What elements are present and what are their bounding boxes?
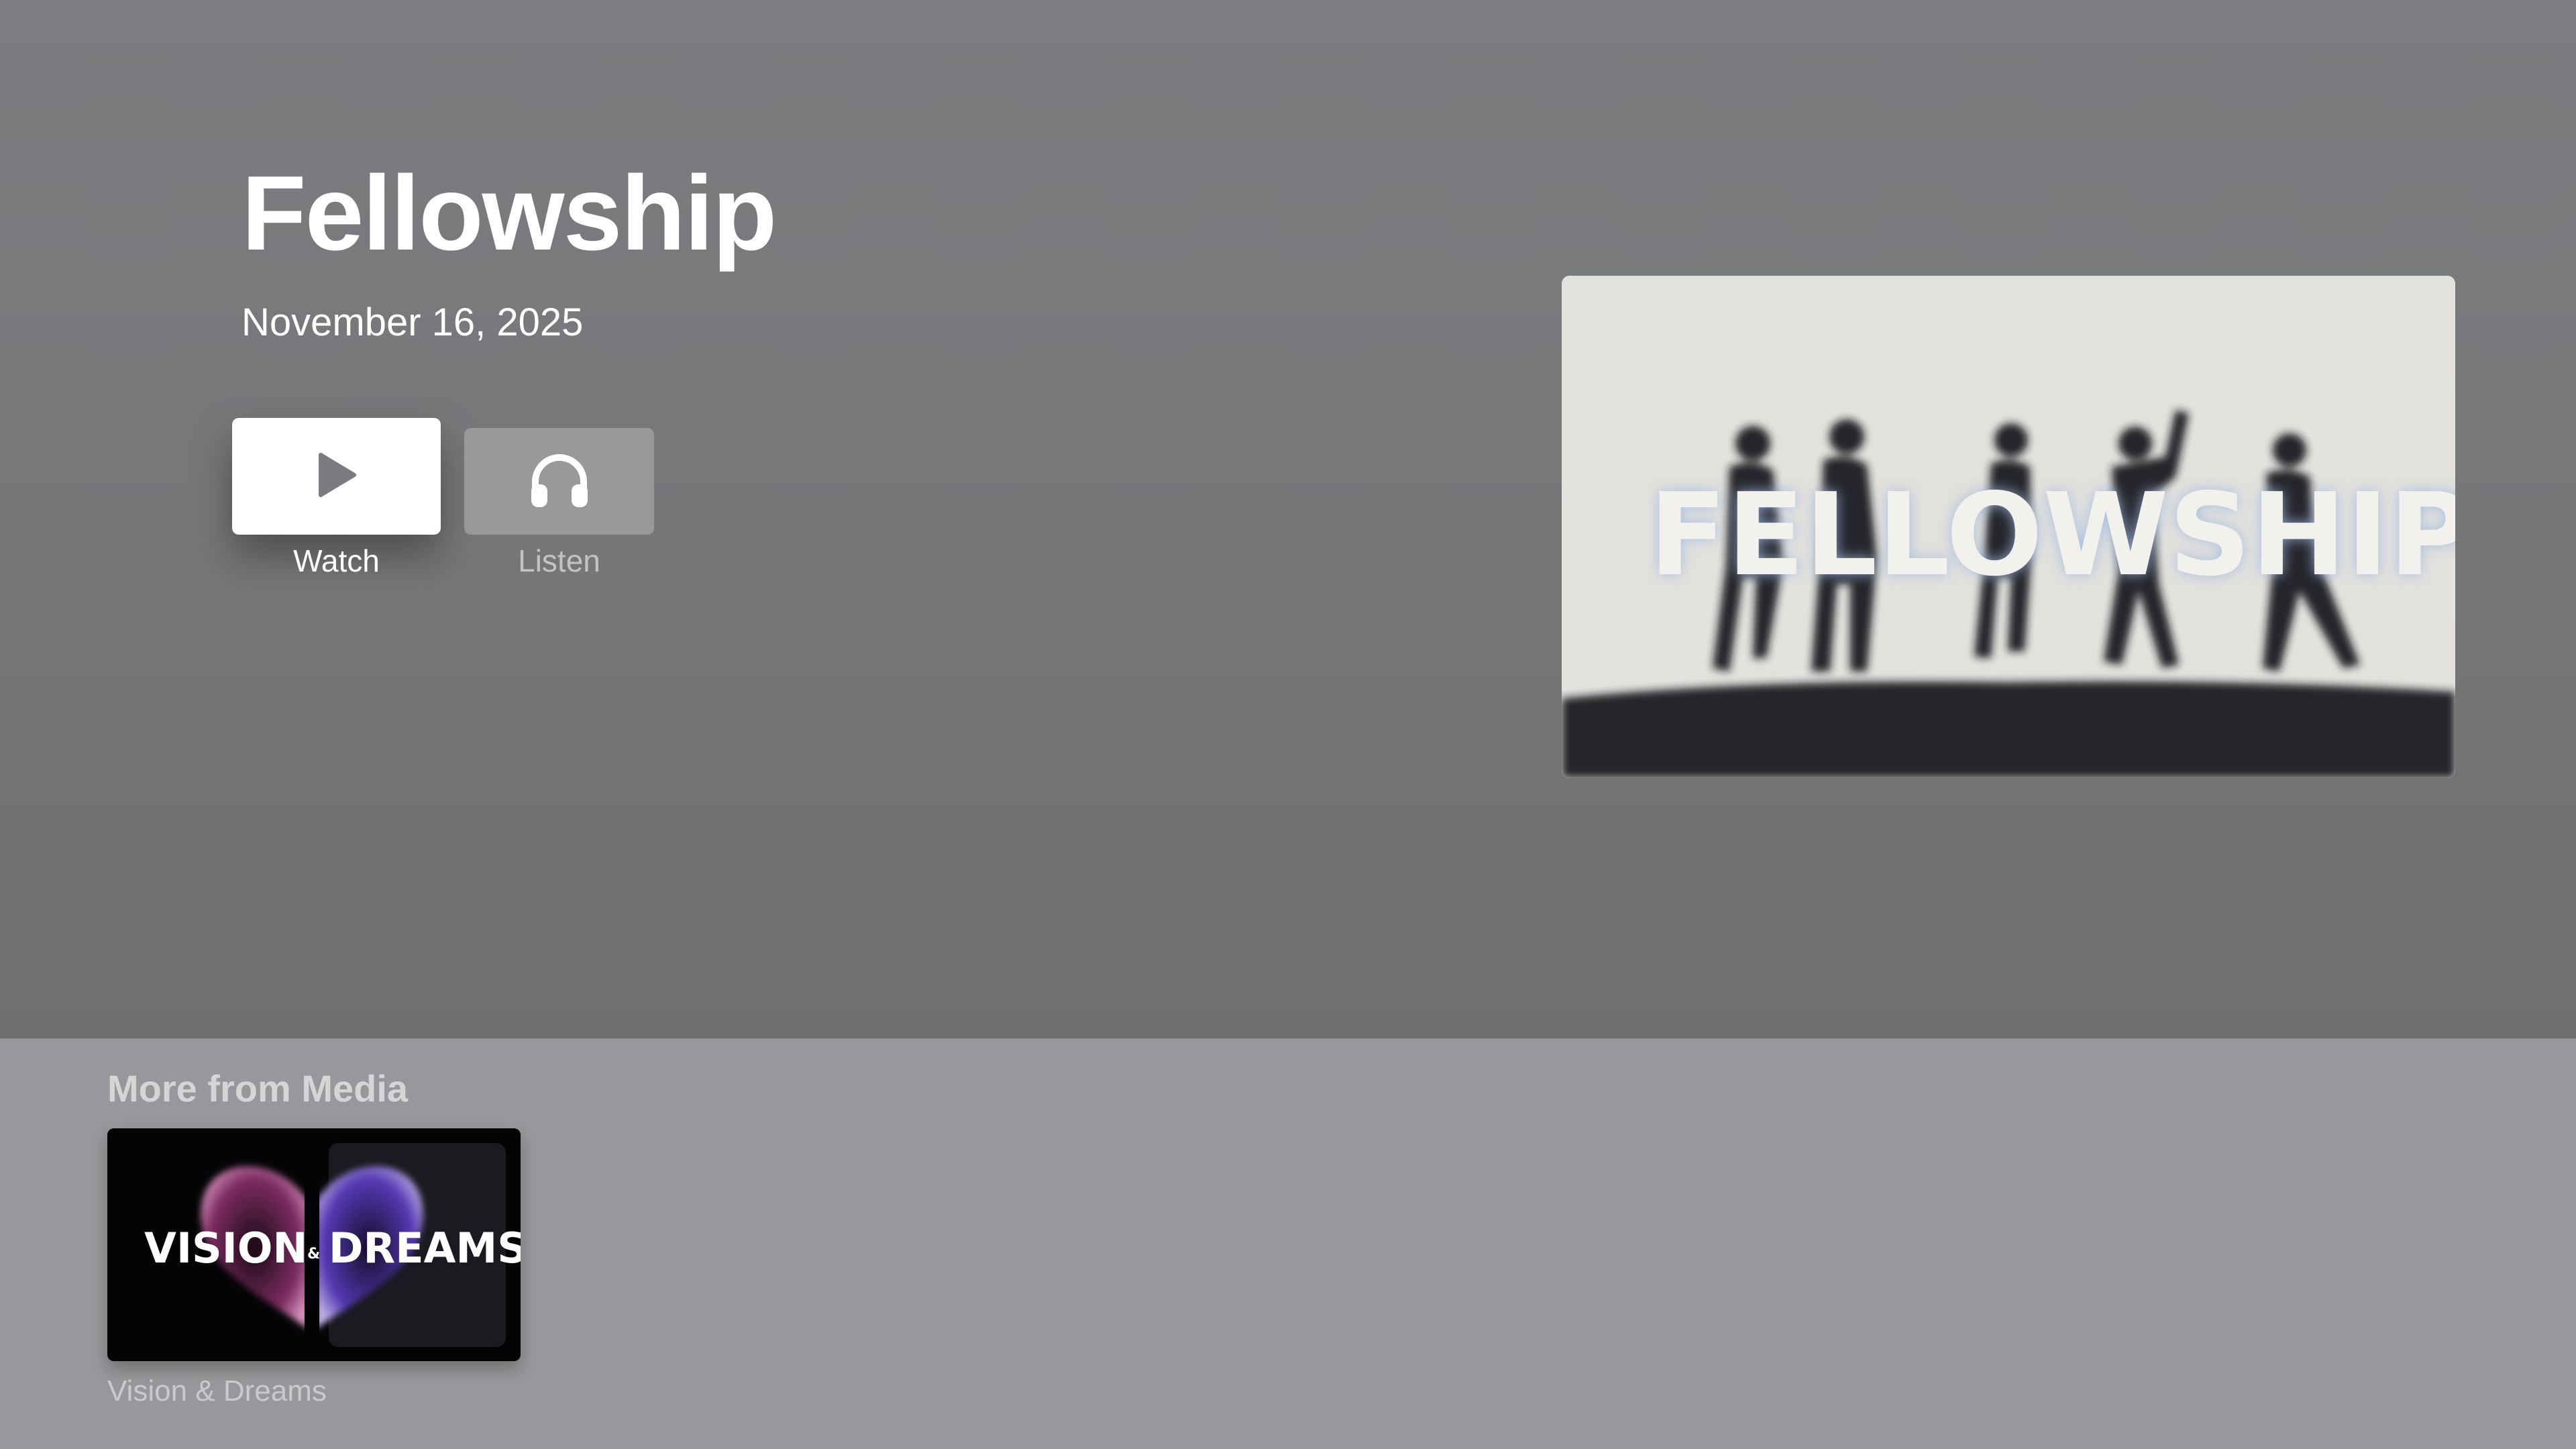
headphones-icon xyxy=(527,451,592,512)
related-item-tile[interactable]: VISION & DREAMS xyxy=(107,1128,521,1361)
play-icon xyxy=(315,451,358,502)
shelf-heading: More from Media xyxy=(107,1067,409,1110)
tile-word-right: DREAMS xyxy=(329,1224,521,1273)
tile-word-left: VISION xyxy=(144,1224,307,1273)
tile-ampersand: & xyxy=(307,1246,320,1263)
listen-button[interactable] xyxy=(464,428,654,535)
listen-button-label: Listen xyxy=(518,543,600,578)
featured-artwork: FELLOWSHIP FELLOWSHIP xyxy=(1562,276,2455,778)
release-date: November 16, 2025 xyxy=(241,301,584,344)
watch-button-label: Watch xyxy=(293,543,380,578)
related-item-label: Vision & Dreams xyxy=(107,1375,327,1407)
artwork-title-text: FELLOWSHIP xyxy=(1649,469,2455,602)
watch-button[interactable] xyxy=(232,418,441,535)
page-title: Fellowship xyxy=(241,154,777,272)
